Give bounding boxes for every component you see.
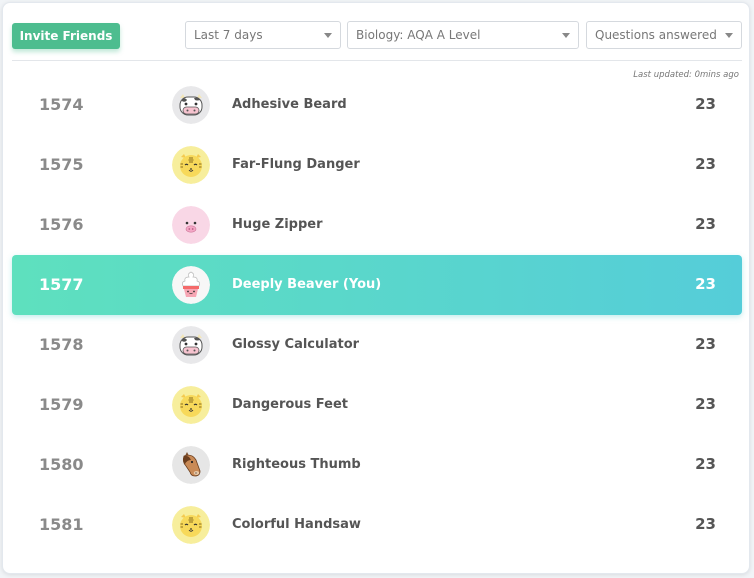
tiger-icon <box>172 506 210 544</box>
rank: 1580 <box>39 455 84 474</box>
date-range-value: Last 7 days <box>194 28 263 42</box>
score: 23 <box>695 335 716 353</box>
tiger-icon <box>172 386 210 424</box>
score: 23 <box>695 275 716 293</box>
score: 23 <box>695 215 716 233</box>
leaderboard-row[interactable]: 1576 Huge Zipper 23 <box>12 195 742 255</box>
leaderboard-row[interactable]: 1579 Dangerous Feet 23 <box>12 375 742 435</box>
leaderboard-list: 1574 Adhesive Beard 23 1575 Far-Flung Da… <box>12 75 742 555</box>
rank: 1578 <box>39 335 84 354</box>
player-name: Far-Flung Danger <box>232 157 360 172</box>
invite-friends-button[interactable]: Invite Friends <box>12 23 120 49</box>
player-name: Righteous Thumb <box>232 457 361 472</box>
player-name: Colorful Handsaw <box>232 517 361 532</box>
subject-value: Biology: AQA A Level <box>356 28 481 42</box>
leaderboard-row[interactable]: 1574 Adhesive Beard 23 <box>12 75 742 135</box>
leaderboard-row[interactable]: 1581 Colorful Handsaw 23 <box>12 495 742 555</box>
rank: 1575 <box>39 155 84 174</box>
subject-select[interactable]: Biology: AQA A Level <box>347 21 579 49</box>
metric-value: Questions answered <box>595 28 717 42</box>
score: 23 <box>695 395 716 413</box>
chevron-down-icon <box>725 33 733 38</box>
rank: 1581 <box>39 515 84 534</box>
score: 23 <box>695 95 716 113</box>
score: 23 <box>695 515 716 533</box>
rank: 1579 <box>39 395 84 414</box>
player-name: Deeply Beaver (You) <box>232 277 382 292</box>
rank: 1574 <box>39 95 84 114</box>
toolbar: Invite Friends Last 7 days Biology: AQA … <box>3 3 749 61</box>
rank: 1576 <box>39 215 84 234</box>
player-name: Adhesive Beard <box>232 97 347 112</box>
pig-icon <box>172 206 210 244</box>
leaderboard-row[interactable]: 1578 Glossy Calculator 23 <box>12 315 742 375</box>
player-name: Glossy Calculator <box>232 337 360 352</box>
leaderboard-row[interactable]: 1580 Righteous Thumb 23 <box>12 435 742 495</box>
cow-icon <box>172 86 210 124</box>
leaderboard-row-current-user[interactable]: 1577 Deeply Beaver (You) 23 <box>12 255 742 315</box>
cupcake-icon <box>172 266 210 304</box>
player-name: Dangerous Feet <box>232 397 349 412</box>
tiger-icon <box>172 146 210 184</box>
rank: 1577 <box>39 275 84 294</box>
horse-icon <box>172 446 210 484</box>
chevron-down-icon <box>562 33 570 38</box>
score: 23 <box>695 455 716 473</box>
date-range-select[interactable]: Last 7 days <box>185 21 341 49</box>
leaderboard-row[interactable]: 1575 Far-Flung Danger 23 <box>12 135 742 195</box>
chevron-down-icon <box>324 33 332 38</box>
score: 23 <box>695 155 716 173</box>
metric-select[interactable]: Questions answered <box>586 21 742 49</box>
player-name: Huge Zipper <box>232 217 323 232</box>
leaderboard-card: Invite Friends Last 7 days Biology: AQA … <box>2 2 750 574</box>
divider <box>12 60 742 61</box>
cow-icon <box>172 326 210 364</box>
